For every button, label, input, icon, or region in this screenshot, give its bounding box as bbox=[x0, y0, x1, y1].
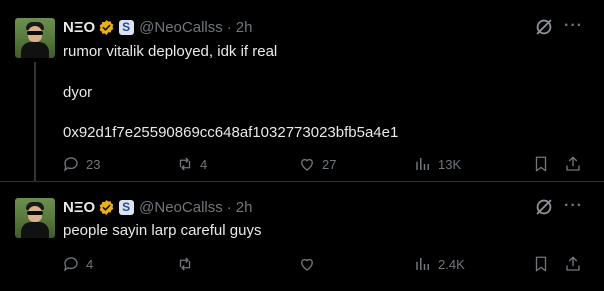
like-icon bbox=[301, 258, 313, 271]
views-icon bbox=[416, 158, 429, 170]
tweet-actions: 4 2.4K bbox=[58, 254, 588, 274]
tweet-text-line: 0x92d1f7e25590869cc648af1032773023bfb5a4… bbox=[63, 124, 399, 141]
more-icon[interactable]: ··· bbox=[564, 198, 582, 214]
reply-count: 4 bbox=[86, 256, 94, 272]
repost-icon bbox=[179, 257, 191, 271]
grok-icon[interactable] bbox=[533, 16, 555, 38]
like-count: 27 bbox=[322, 156, 337, 172]
author-name[interactable]: NΞO bbox=[63, 199, 95, 216]
views-count: 13K bbox=[438, 156, 462, 172]
views-icon bbox=[416, 258, 429, 270]
bookmark-button[interactable] bbox=[532, 154, 550, 174]
tweet[interactable]: NΞO @NeoCallss · 2h ··· people sayin lar… bbox=[0, 181, 604, 291]
share-button[interactable] bbox=[564, 154, 582, 174]
reply-icon bbox=[63, 257, 78, 272]
author-handle[interactable]: @NeoCallss bbox=[139, 19, 223, 36]
views-count: 2.4K bbox=[438, 256, 465, 272]
timestamp[interactable]: 2h bbox=[236, 19, 253, 36]
bookmark-icon bbox=[535, 156, 547, 172]
separator: · bbox=[226, 18, 232, 36]
reply-count: 23 bbox=[86, 156, 101, 172]
views-button[interactable]: 13K bbox=[414, 154, 461, 174]
tweet-header: NΞO @NeoCallss · 2h bbox=[63, 17, 252, 37]
like-button[interactable] bbox=[298, 254, 322, 274]
repost-icon bbox=[179, 157, 191, 171]
tweet-text-line: people sayin larp careful guys bbox=[63, 222, 262, 239]
verified-badge-icon bbox=[99, 19, 114, 35]
repost-button[interactable]: 4 bbox=[176, 154, 207, 174]
affiliate-badge-icon[interactable] bbox=[119, 199, 135, 215]
reply-button[interactable]: 4 bbox=[62, 254, 93, 274]
share-icon bbox=[566, 256, 580, 271]
views-button[interactable]: 2.4K bbox=[414, 254, 465, 274]
more-icon[interactable]: ··· bbox=[564, 18, 582, 34]
reply-button[interactable]: 23 bbox=[62, 154, 100, 174]
affiliate-badge-icon[interactable] bbox=[119, 19, 135, 35]
share-button[interactable] bbox=[564, 254, 582, 274]
verified-badge-icon bbox=[99, 199, 114, 215]
share-icon bbox=[566, 156, 580, 171]
avatar[interactable] bbox=[15, 198, 55, 238]
tweet[interactable]: NΞO @NeoCallss · 2h ··· rumor vitalik de… bbox=[0, 0, 604, 181]
bookmark-icon bbox=[535, 256, 547, 272]
tweet-header: NΞO @NeoCallss · 2h bbox=[63, 197, 252, 217]
avatar[interactable] bbox=[15, 18, 55, 58]
tweet-text-line: rumor vitalik deployed, idk if real bbox=[63, 43, 278, 60]
reply-icon bbox=[63, 157, 78, 172]
repost-button[interactable] bbox=[176, 254, 200, 274]
tweet-actions: 23 4 27 13K bbox=[58, 154, 588, 174]
separator: · bbox=[226, 198, 232, 216]
bookmark-button[interactable] bbox=[532, 254, 550, 274]
like-button[interactable]: 27 bbox=[298, 154, 336, 174]
author-handle[interactable]: @NeoCallss bbox=[139, 199, 223, 216]
grok-icon[interactable] bbox=[533, 196, 555, 218]
tweet-text-line: dyor bbox=[63, 84, 93, 101]
repost-count: 4 bbox=[200, 156, 208, 172]
author-name[interactable]: NΞO bbox=[63, 19, 95, 36]
like-icon bbox=[301, 158, 313, 171]
timestamp[interactable]: 2h bbox=[236, 199, 253, 216]
